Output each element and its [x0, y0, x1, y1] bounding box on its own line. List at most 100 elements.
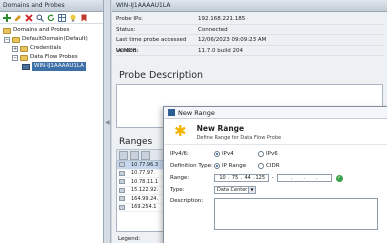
description-heading: Probe Description: [119, 70, 204, 81]
range-separator: -: [271, 175, 274, 181]
type-row: Type: Data Center ▼: [170, 184, 382, 196]
tree-node-probes[interactable]: − Data Flow Probes: [0, 53, 103, 62]
range-end-input[interactable]: . . .: [276, 174, 332, 182]
octet[interactable]: 44: [242, 175, 253, 181]
range-value: 10.78.11.1: [131, 178, 159, 185]
expand-icon[interactable]: +: [12, 45, 18, 52]
range-icon: [119, 204, 125, 210]
ip-range-radio[interactable]: [214, 163, 220, 169]
range-value: 10.77.97.: [131, 170, 155, 176]
property-row: Version: 11.7.0 build 204: [116, 46, 383, 56]
range-icon: [119, 187, 125, 193]
chevron-down-icon[interactable]: ▼: [248, 187, 255, 193]
tree-node-root[interactable]: Domains and Probes: [0, 26, 103, 35]
dialog-subtitle: Define Range for Data Flow Probe: [196, 135, 282, 141]
tree-node-probe[interactable]: WIN-IJ1AAAAU1LA: [0, 62, 103, 71]
ipv6-radio[interactable]: [258, 151, 264, 157]
tree-node-label: DefaultDomain(Default): [22, 36, 88, 42]
range-row: Range: 10. 75. 44. 125 - . . . ✓: [170, 172, 382, 184]
octet[interactable]: 10: [217, 175, 228, 181]
range-label: Range:: [170, 175, 190, 181]
dialog-titlebar[interactable]: New Range: [164, 107, 387, 119]
delete-icon[interactable]: [24, 13, 34, 23]
folder-icon: [20, 45, 28, 52]
tree-node-label: WIN-IJ1AAAAU1LA: [32, 62, 86, 71]
description-textarea[interactable]: [214, 198, 378, 230]
panel-splitter[interactable]: ◀: [104, 0, 111, 243]
valid-check-icon: ✓: [335, 174, 343, 182]
dialog-title: New Range: [196, 124, 245, 133]
delete-range-button[interactable]: [141, 150, 150, 160]
tree-node-label: Credentials: [30, 45, 62, 51]
property-label: Probe IPs:: [116, 16, 143, 22]
range-icon: [119, 170, 125, 176]
range-icon: [119, 196, 125, 202]
probe-title: WIN-IJ1AAAAU1LA: [112, 0, 387, 12]
tree-toolbar: [0, 12, 103, 24]
edit-icon[interactable]: [13, 13, 23, 23]
property-row: Probe IPs: 192.168.221.185: [116, 14, 383, 25]
type-select[interactable]: Data Center ▼: [214, 186, 256, 194]
range-value: 15.122.92.: [131, 187, 159, 193]
app-icon: [168, 109, 175, 116]
definition-type-row: Definition Type: IP Range CIDR: [170, 160, 382, 172]
ip-range-label: IP Range: [222, 163, 247, 169]
range-value: 169.254.1: [131, 204, 157, 210]
cidr-option[interactable]: CIDR: [258, 163, 302, 169]
ip-range-option[interactable]: IP Range: [214, 163, 258, 169]
tree-node-label: Domains and Probes: [13, 27, 70, 33]
cidr-label: CIDR: [266, 163, 280, 169]
property-label: Version:: [116, 47, 139, 54]
octet[interactable]: 125: [255, 175, 266, 181]
grid-icon[interactable]: [57, 13, 67, 23]
octet[interactable]: 75: [230, 175, 241, 181]
property-value: 12/06/2023 09:09:23 AM: [198, 37, 267, 43]
range-value: 10.77.96.3: [131, 161, 159, 168]
range-icon: [119, 179, 125, 185]
new-range-button[interactable]: [119, 150, 128, 160]
property-label: Status:: [116, 26, 136, 33]
ipv4-option[interactable]: IPv4: [214, 151, 258, 157]
property-value: 11.7.0 build 204: [198, 47, 244, 54]
refresh-icon[interactable]: [46, 13, 56, 23]
range-icon: [119, 162, 125, 168]
ip-version-label: IPv4/6:: [170, 151, 189, 157]
bookmark-icon[interactable]: [79, 13, 89, 23]
collapse-icon[interactable]: −: [4, 36, 10, 43]
star-icon: ✱: [174, 122, 187, 140]
property-row: Status: Connected: [116, 25, 383, 35]
new-range-dialog: New Range ✱ New Range Define Range for D…: [163, 106, 387, 243]
cidr-radio[interactable]: [258, 163, 264, 169]
collapse-icon[interactable]: −: [12, 54, 18, 61]
type-label: Type:: [170, 187, 185, 193]
probe-icon: [22, 63, 30, 70]
type-value: Data Center: [217, 187, 248, 193]
ip-version-row: IPv4/6: IPv4 IPv6: [170, 148, 382, 160]
property-value: Connected: [198, 26, 228, 33]
ipv4-radio[interactable]: [214, 151, 220, 157]
tree-node-credentials[interactable]: + Credentials: [0, 44, 103, 53]
tree-node-domain[interactable]: − DefaultDomain(Default): [0, 35, 103, 44]
property-value: 192.168.221.185: [198, 16, 246, 22]
search-icon[interactable]: [35, 13, 45, 23]
tree-node-label: Data Flow Probes: [30, 54, 78, 60]
bulb-icon[interactable]: [68, 13, 78, 23]
range-start-input[interactable]: 10. 75. 44. 125: [214, 174, 269, 182]
range-value: 164.99.24.: [131, 195, 159, 202]
folder-icon: [12, 36, 20, 43]
panel-title: Domains and Probes: [0, 0, 103, 12]
collapse-arrow-icon[interactable]: ◀: [105, 119, 110, 126]
domain-tree: Domains and Probes − DefaultDomain(Defau…: [0, 24, 103, 71]
add-icon[interactable]: [2, 13, 12, 23]
description-label: Description:: [170, 198, 204, 204]
folder-icon: [3, 27, 11, 34]
edit-range-button[interactable]: [130, 150, 139, 160]
ipv6-label: IPv6: [266, 151, 278, 157]
dialog-window-title: New Range: [178, 108, 215, 117]
dialog-banner: ✱ New Range Define Range for Data Flow P…: [164, 119, 387, 145]
ipv6-option[interactable]: IPv6: [258, 151, 302, 157]
folder-icon: [20, 54, 28, 61]
range-form: IPv4/6: IPv4 IPv6 Definition Type: IP Ra…: [164, 145, 387, 235]
property-row: Last time probe accessed UCMDB: 12/06/20…: [116, 35, 383, 54]
property-label: Last time probe accessed UCMDB:: [116, 37, 187, 54]
